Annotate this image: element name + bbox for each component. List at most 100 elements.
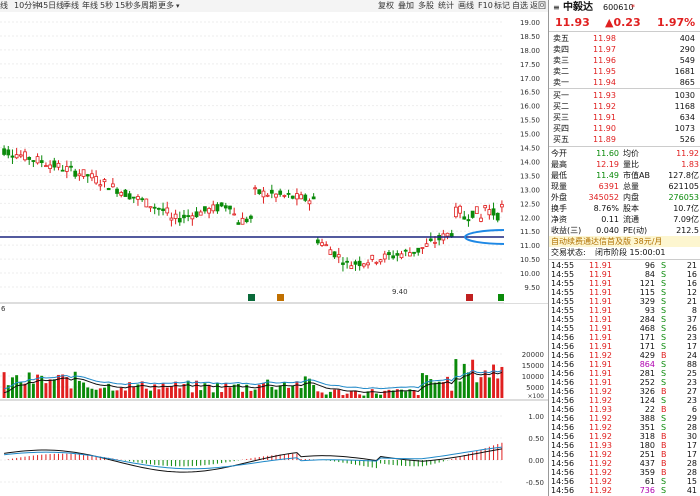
- chevron-down-icon[interactable]: ▾: [176, 0, 180, 12]
- bid-level: 买一: [553, 91, 569, 100]
- period-tab-quarter[interactable]: 季线: [63, 0, 79, 12]
- volume-bar: [492, 364, 496, 398]
- period-tab-year[interactable]: 年线: [82, 0, 98, 12]
- candle-body: [424, 243, 429, 247]
- tick-row: 14:56 11.93 180 B 17: [549, 441, 700, 450]
- volume-bar: [123, 390, 127, 398]
- volume-bar: [337, 389, 341, 398]
- candle-body: [353, 261, 358, 265]
- stat-value-2: 1.83: [681, 160, 699, 169]
- tick-price: 11.91: [589, 333, 612, 342]
- tick-volume: 736: [639, 486, 655, 495]
- tick-volume: 115: [639, 288, 655, 297]
- tool-multi-stock[interactable]: 多股: [418, 0, 434, 12]
- bid-row[interactable]: 买五 11.89 526: [549, 134, 700, 145]
- tool-overlay[interactable]: 叠加: [398, 0, 414, 12]
- period-tab-45day[interactable]: 45日线: [38, 0, 64, 12]
- tick-volume: 284: [639, 315, 655, 324]
- tool-mark[interactable]: 标记: [494, 0, 510, 12]
- macd-axis-tick: 1.00: [528, 413, 544, 421]
- price-axis-tick: 17.00: [520, 75, 540, 83]
- tick-row: 14:55 11.91 115 S 12: [549, 288, 700, 297]
- tool-draw[interactable]: 画线: [458, 0, 474, 12]
- period-tab-5s[interactable]: 5秒: [100, 0, 113, 12]
- tick-time: 14:56: [551, 486, 575, 495]
- menu-icon[interactable]: ≡: [553, 0, 560, 16]
- favorite-icon[interactable]: *: [631, 0, 635, 16]
- ask-row[interactable]: 卖二 11.95 1681: [549, 66, 700, 77]
- tool-watchlist[interactable]: 自选: [512, 0, 528, 12]
- tick-direction: B: [661, 459, 667, 468]
- volume-bar: [354, 390, 357, 398]
- tick-count: 23: [686, 396, 697, 405]
- bid-row[interactable]: 买一 11.93 1030: [549, 90, 700, 101]
- tick-volume: 437: [639, 459, 655, 468]
- candle-body: [161, 208, 165, 211]
- candle-body: [177, 218, 182, 223]
- volume-bar: [23, 383, 27, 398]
- candle-body: [408, 252, 412, 257]
- tick-volume: 171: [639, 333, 655, 342]
- tool-stats[interactable]: 统计: [438, 0, 454, 12]
- bid-row[interactable]: 买三 11.91 634: [549, 112, 700, 123]
- period-tab-more[interactable]: 更多: [158, 0, 174, 12]
- tick-count: 41: [686, 486, 697, 495]
- candle-body: [487, 209, 492, 216]
- candle-body: [115, 188, 119, 194]
- candle-body: [315, 239, 320, 244]
- ask-row[interactable]: 卖三 11.96 549: [549, 55, 700, 66]
- tick-volume: 468: [639, 324, 655, 333]
- candle-body: [31, 160, 36, 162]
- volume-bar: [69, 388, 73, 398]
- volume-bar: [282, 382, 286, 398]
- ask-row[interactable]: 卖五 11.98 404: [549, 33, 700, 44]
- period-tab-10min[interactable]: 10分钟: [14, 0, 40, 12]
- volume-bar: [178, 388, 182, 398]
- ask-row[interactable]: 卖四 11.97 290: [549, 44, 700, 55]
- period-tab-line[interactable]: 线: [0, 0, 8, 12]
- candle-body: [290, 195, 295, 199]
- candle-body: [403, 249, 408, 252]
- tick-time: 14:55: [551, 279, 575, 288]
- volume-bar: [358, 394, 362, 398]
- candle-body: [223, 205, 228, 209]
- volume-bar: [157, 389, 161, 398]
- tick-row: 14:56 11.91 171 S 17: [549, 342, 700, 351]
- candle-body: [395, 253, 400, 256]
- period-tab-15s[interactable]: 15秒: [115, 0, 133, 12]
- bid-level: 买二: [553, 102, 569, 111]
- tick-row: 14:55 11.91 121 S 16: [549, 279, 700, 288]
- tick-time: 14:56: [551, 414, 575, 423]
- price-axis-tick: 15.50: [520, 117, 540, 125]
- volume-bar: [27, 372, 31, 398]
- bid-price: 11.89: [593, 135, 616, 144]
- tool-back[interactable]: 返回: [530, 0, 546, 12]
- tick-time: 14:56: [551, 396, 575, 405]
- volume-bar: [207, 384, 211, 398]
- volume-bar: [450, 390, 454, 398]
- volume-bar: [174, 381, 178, 398]
- tick-time: 14:56: [551, 342, 575, 351]
- promo-banner[interactable]: 自动续费通达信首及版 38元/月: [549, 236, 700, 247]
- ask-row[interactable]: 卖一 11.94 865: [549, 77, 700, 88]
- tick-count: 8: [691, 306, 697, 315]
- bid-price: 11.90: [593, 124, 616, 133]
- bid-row[interactable]: 买四 11.90 1073: [549, 123, 700, 134]
- tick-count: 26: [686, 324, 697, 333]
- candle-body: [236, 222, 241, 225]
- tool-adjust[interactable]: 复权: [378, 0, 394, 12]
- candle-body: [194, 211, 199, 218]
- stat-value: 0.040: [596, 226, 619, 235]
- tick-volume: 180: [639, 441, 655, 450]
- tick-volume: 93: [644, 306, 655, 315]
- bid-volume: 1168: [674, 102, 695, 111]
- period-tab-multi[interactable]: 多周期: [133, 0, 157, 12]
- candle-body: [336, 254, 341, 258]
- ask-price: 11.95: [593, 67, 616, 76]
- candle-body: [269, 189, 274, 194]
- candle-body: [299, 194, 303, 200]
- kline-chart[interactable]: 9.40 6 20000 15000 10000 5000×100 1.00 0.50 0…: [0, 12, 548, 496]
- tool-f10[interactable]: F10: [478, 0, 493, 12]
- bid-row[interactable]: 买二 11.92 1168: [549, 101, 700, 112]
- tick-row: 14:55 11.91 93 S 8: [549, 306, 700, 315]
